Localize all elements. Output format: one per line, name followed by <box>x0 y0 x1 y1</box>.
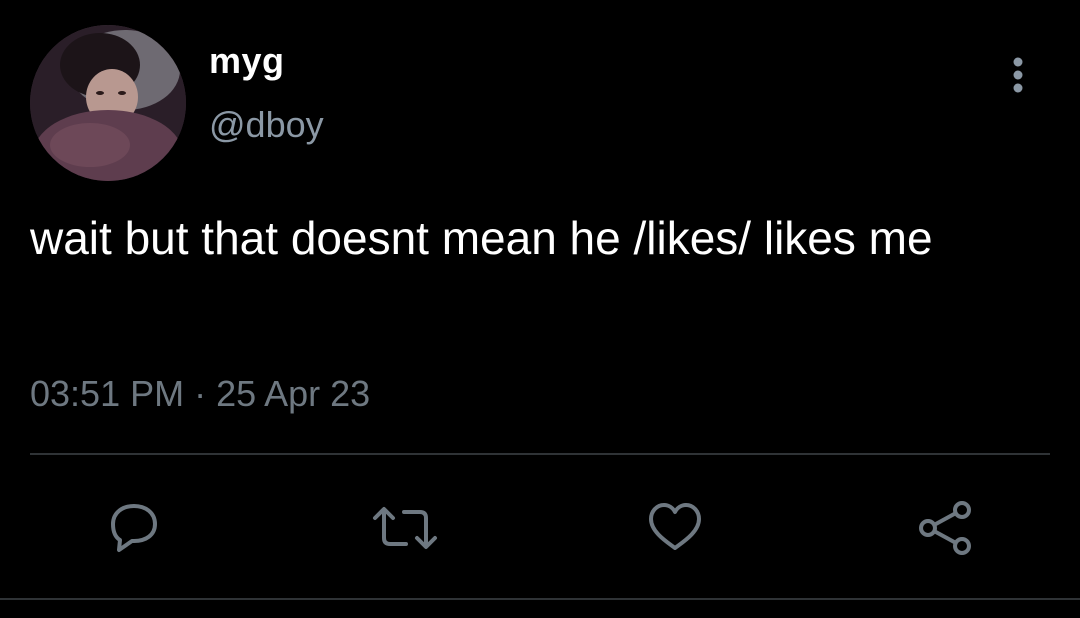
retweet-button[interactable] <box>370 500 437 556</box>
reply-button[interactable] <box>105 500 165 556</box>
avatar-photo <box>30 25 186 181</box>
share-button[interactable] <box>915 500 975 556</box>
user-handle[interactable]: @dboy <box>209 104 324 146</box>
more-vertical-icon <box>1013 57 1023 93</box>
tweet-timestamp[interactable]: 03:51 PM · 25 Apr 23 <box>30 373 370 415</box>
tweet-card: myg @dboy wait but that doesnt mean he /… <box>0 0 1080 618</box>
divider <box>30 453 1050 455</box>
tweet-text: wait but that doesnt mean he /likes/ lik… <box>30 212 933 264</box>
like-button[interactable] <box>645 500 705 556</box>
more-options-button[interactable] <box>1000 50 1036 100</box>
display-name[interactable]: myg <box>209 40 285 82</box>
avatar[interactable] <box>30 25 186 181</box>
heart-icon <box>649 503 701 550</box>
retweet-icon <box>373 507 437 549</box>
bottom-divider <box>0 598 1080 600</box>
share-icon <box>919 501 971 555</box>
reply-icon <box>111 504 157 552</box>
